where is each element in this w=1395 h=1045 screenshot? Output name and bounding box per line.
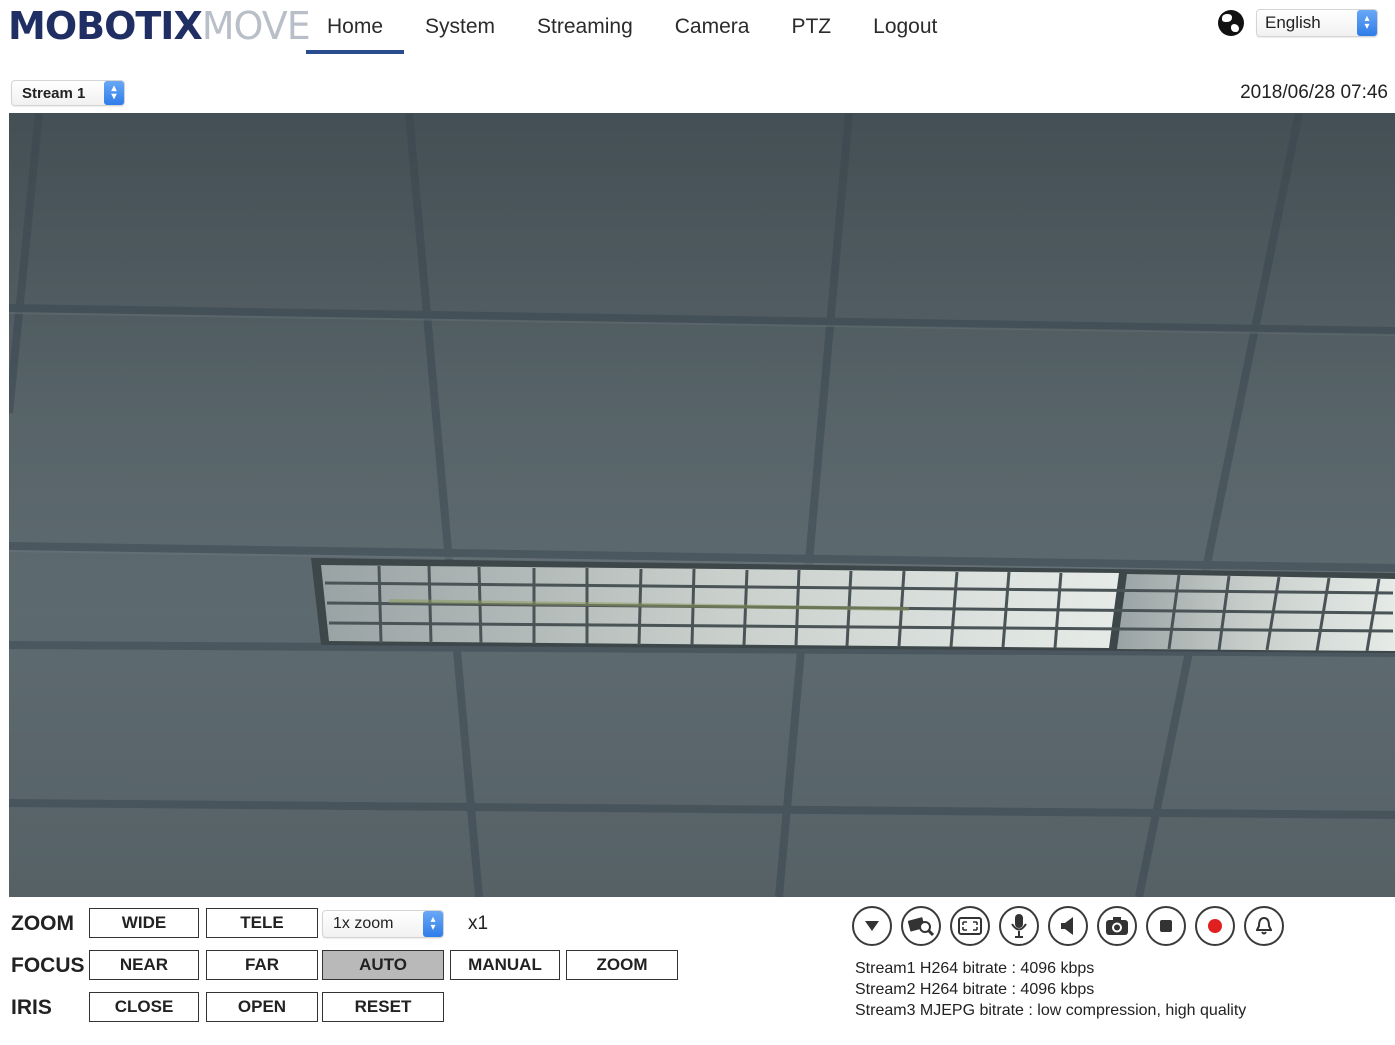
stream2-info: Stream2 H264 bitrate : 4096 kbps	[855, 981, 1095, 998]
nav-streaming[interactable]: Streaming	[516, 0, 654, 56]
select-arrows-icon: ▴ ▾	[104, 81, 124, 105]
dropdown-icon[interactable]	[852, 906, 892, 946]
zoom-factor-select[interactable]: 1x zoom ▴ ▾	[322, 910, 444, 938]
nav-logout[interactable]: Logout	[852, 0, 958, 56]
zoom-level-readout: x1	[468, 913, 489, 934]
focus-near-button[interactable]: NEAR	[89, 950, 199, 980]
pip-zoom-icon[interactable]	[901, 906, 941, 946]
logo-text-move: MOVE	[201, 4, 311, 48]
stream3-info: Stream3 MJEPG bitrate : low compression,…	[855, 1002, 1247, 1019]
language-select[interactable]: English ▴ ▾	[1256, 9, 1378, 37]
logo-text-mobotix: MOBOTIX	[8, 4, 203, 48]
iris-label: IRIS	[11, 996, 52, 1019]
camera-datetime: 2018/06/28 07:46	[1240, 82, 1388, 103]
stream-select[interactable]: Stream 1 ▴ ▾	[11, 80, 125, 106]
focus-far-button[interactable]: FAR	[206, 950, 318, 980]
zoom-label: ZOOM	[11, 912, 74, 935]
stop-icon[interactable]	[1146, 906, 1186, 946]
fullscreen-icon[interactable]	[950, 906, 990, 946]
focus-auto-button[interactable]: AUTO	[322, 950, 444, 980]
focus-manual-button[interactable]: MANUAL	[450, 950, 560, 980]
language-select-value: English	[1265, 13, 1321, 32]
nav-home[interactable]: Home	[306, 0, 405, 56]
globe-icon	[1218, 10, 1244, 36]
nav-system[interactable]: System	[404, 0, 516, 56]
zoom-wide-button[interactable]: WIDE	[89, 908, 199, 938]
mobotix-move-logo: MOBOTIX MOVE	[8, 4, 311, 48]
language-selector: English ▴ ▾	[1218, 9, 1378, 37]
iris-open-button[interactable]: OPEN	[206, 992, 318, 1022]
video-toolbar	[852, 906, 1293, 946]
stream1-info: Stream1 H264 bitrate : 4096 kbps	[855, 960, 1095, 977]
speaker-icon[interactable]	[1048, 906, 1088, 946]
live-video-view[interactable]	[9, 113, 1395, 897]
main-navigation: Home System Streaming Camera PTZ Logout	[306, 0, 958, 56]
snapshot-icon[interactable]	[1097, 906, 1137, 946]
focus-zoom-button[interactable]: ZOOM	[566, 950, 678, 980]
iris-reset-button[interactable]: RESET	[322, 992, 444, 1022]
iris-close-button[interactable]: CLOSE	[89, 992, 199, 1022]
stream-bitrate-info: Stream1 H264 bitrate : 4096 kbps Stream2…	[855, 958, 1246, 1021]
focus-label: FOCUS	[11, 954, 85, 977]
zoom-tele-button[interactable]: TELE	[206, 908, 318, 938]
microphone-icon[interactable]	[999, 906, 1039, 946]
record-icon[interactable]	[1195, 906, 1235, 946]
select-arrows-icon: ▴ ▾	[423, 911, 443, 937]
stream-select-value: Stream 1	[22, 84, 86, 102]
nav-ptz[interactable]: PTZ	[770, 0, 852, 56]
select-arrows-icon: ▴ ▾	[1357, 10, 1377, 36]
zoom-factor-value: 1x zoom	[333, 915, 394, 932]
alarm-icon[interactable]	[1244, 906, 1284, 946]
ceiling-light-fixture	[311, 558, 1395, 653]
ceiling-scene	[9, 113, 1395, 897]
nav-camera[interactable]: Camera	[654, 0, 771, 56]
